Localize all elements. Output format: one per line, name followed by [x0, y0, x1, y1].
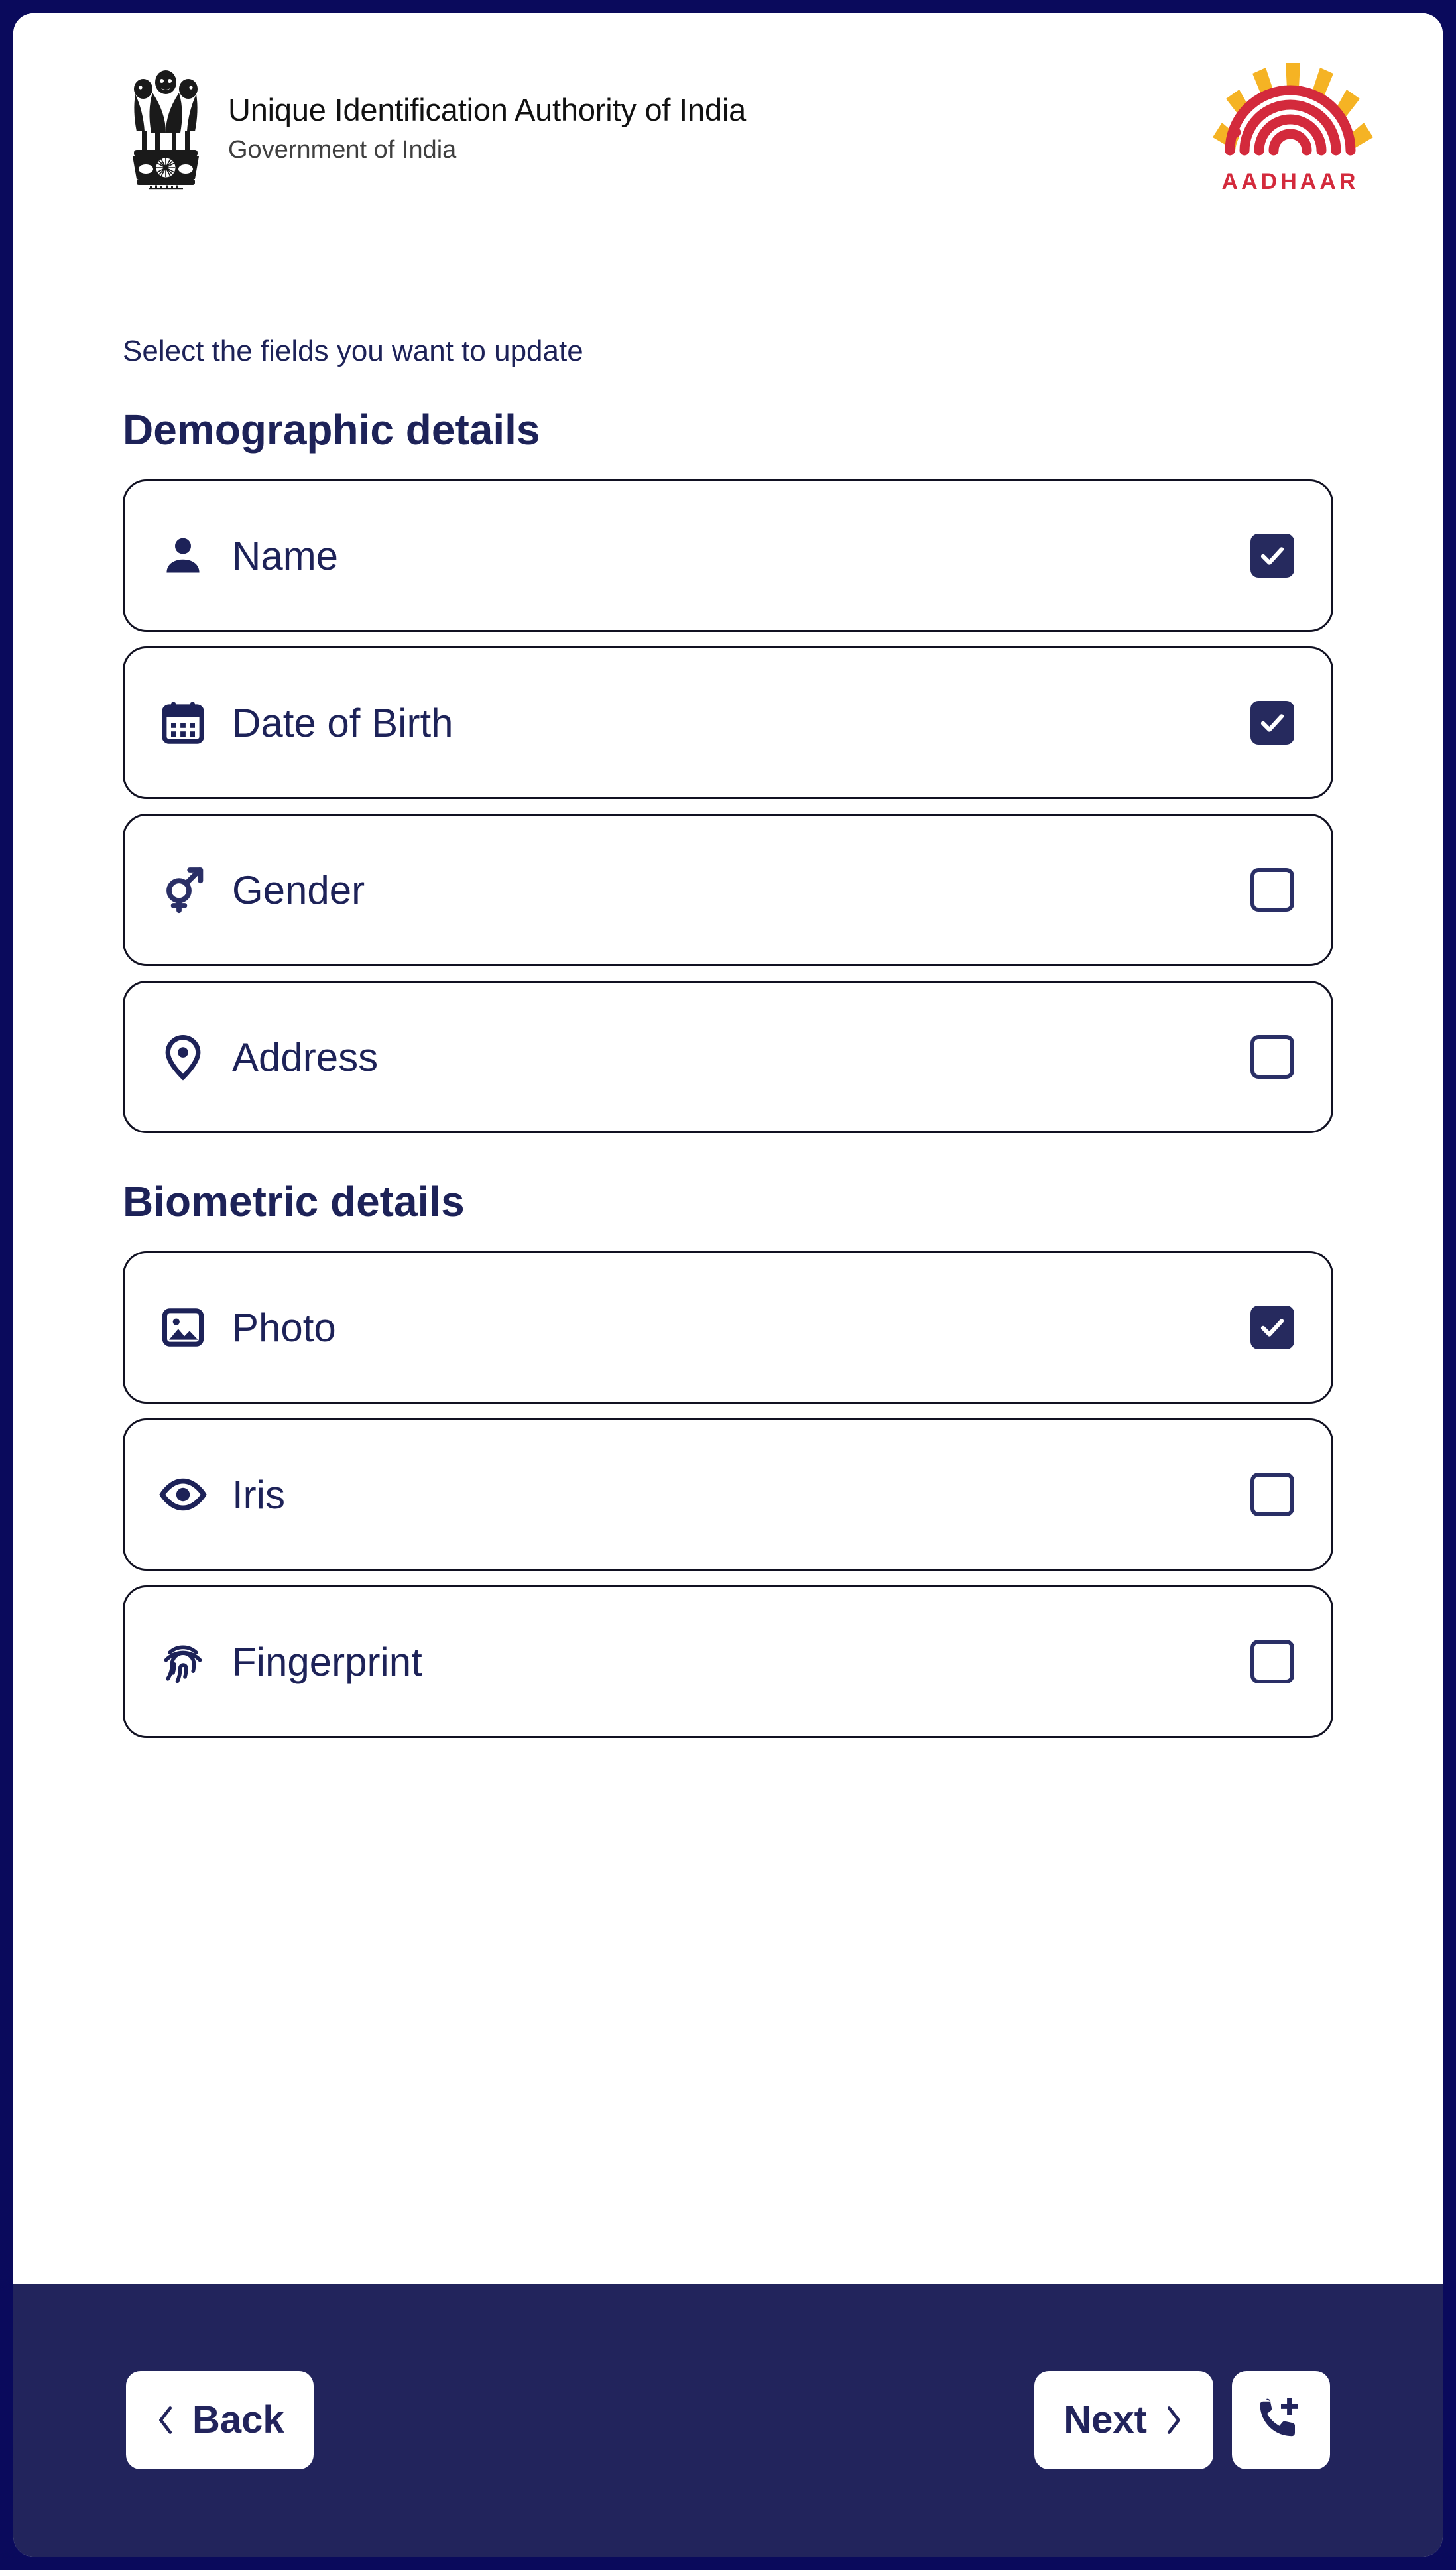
field-label-gender: Gender — [232, 867, 365, 912]
bottom-navigation-bar: Back Next — [13, 2284, 1443, 2557]
field-row-name[interactable]: Name — [123, 479, 1333, 632]
person-icon — [159, 532, 207, 580]
field-label-address: Address — [232, 1034, 379, 1079]
gender-icon — [159, 866, 207, 914]
next-button[interactable]: Next — [1034, 2371, 1213, 2469]
main-content: Select the fields you want to update Dem… — [13, 242, 1443, 2284]
field-row-address[interactable]: Address — [123, 981, 1333, 1133]
calendar-icon — [159, 699, 207, 747]
app-frame: Unique Identification Authority of India… — [13, 13, 1443, 2557]
field-row-iris[interactable]: Iris — [123, 1418, 1333, 1571]
checkbox-date-of-birth[interactable] — [1250, 701, 1294, 745]
image-icon — [159, 1304, 207, 1351]
support-call-button[interactable] — [1232, 2371, 1330, 2469]
field-row-date-of-birth[interactable]: Date of Birth — [123, 646, 1333, 799]
checkbox-photo[interactable] — [1250, 1306, 1294, 1349]
chevron-right-icon — [1162, 2404, 1184, 2437]
eye-icon — [159, 1471, 207, 1518]
field-label-name: Name — [232, 533, 339, 578]
fingerprint-icon — [159, 1638, 207, 1685]
phone-add-icon — [1253, 2392, 1309, 2449]
uidai-branding: Unique Identification Authority of India… — [126, 65, 1204, 191]
aadhaar-fingerprint-sun-icon — [1207, 60, 1373, 166]
app-header: Unique Identification Authority of India… — [13, 13, 1443, 242]
aadhaar-wordmark: AADHAAR — [1221, 169, 1359, 194]
checkbox-fingerprint[interactable] — [1250, 1640, 1294, 1683]
demographic-section-title: Demographic details — [123, 406, 540, 454]
field-label-date-of-birth: Date of Birth — [232, 700, 454, 745]
field-row-photo[interactable]: Photo — [123, 1251, 1333, 1404]
field-label-fingerprint: Fingerprint — [232, 1639, 422, 1684]
national-emblem-icon — [126, 65, 206, 191]
location-pin-icon — [159, 1033, 207, 1081]
biometric-field-list: Photo Iris Fingerprint — [123, 1251, 1333, 1738]
checkbox-iris[interactable] — [1250, 1473, 1294, 1516]
field-label-iris: Iris — [232, 1472, 285, 1517]
uidai-title: Unique Identification Authority of India — [228, 92, 747, 127]
checkbox-name[interactable] — [1250, 534, 1294, 578]
back-button[interactable]: Back — [126, 2371, 314, 2469]
uidai-text-block: Unique Identification Authority of India… — [228, 92, 746, 164]
checkbox-address[interactable] — [1250, 1035, 1294, 1079]
demographic-field-list: Name Date of Birth Gender Address — [123, 479, 1333, 1133]
aadhaar-logo: AADHAAR — [1204, 60, 1376, 195]
checkbox-gender[interactable] — [1250, 868, 1294, 912]
field-row-fingerprint[interactable]: Fingerprint — [123, 1585, 1333, 1738]
next-button-label: Next — [1063, 2398, 1147, 2441]
back-button-label: Back — [192, 2398, 284, 2441]
biometric-section-title: Biometric details — [123, 1178, 465, 1225]
uidai-subtitle: Government of India — [228, 135, 457, 164]
chevron-left-icon — [155, 2404, 178, 2437]
field-row-gender[interactable]: Gender — [123, 814, 1333, 966]
field-label-photo: Photo — [232, 1305, 336, 1350]
instruction-text: Select the fields you want to update — [123, 335, 583, 367]
